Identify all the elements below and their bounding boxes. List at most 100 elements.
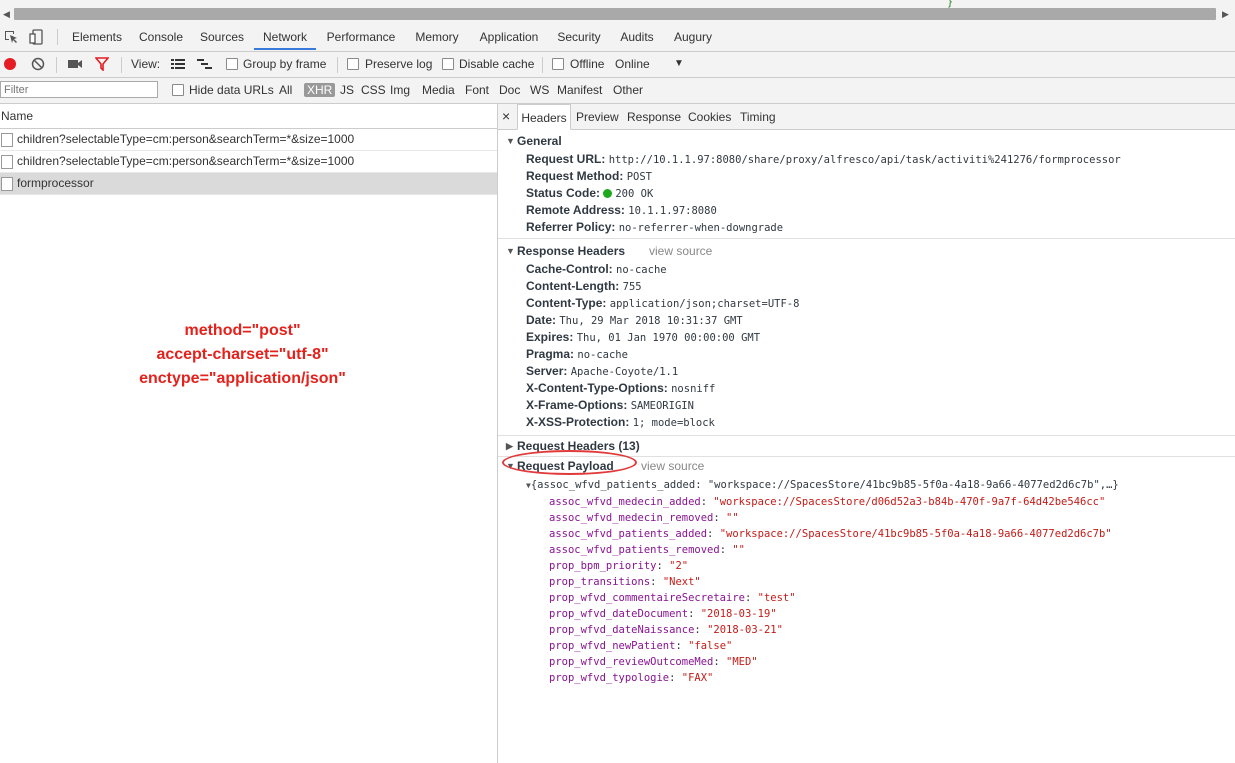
type-filter-font[interactable]: Font (465, 83, 489, 97)
top-scroll-strip: ◀ ▶ } (0, 0, 1235, 25)
request-row-selected[interactable]: formprocessor (0, 173, 497, 195)
type-filter-xhr[interactable]: XHR (304, 83, 336, 97)
disable-cache-checkbox[interactable] (442, 58, 454, 70)
type-filter-media[interactable]: Media (422, 83, 455, 97)
type-filter-img[interactable]: Img (390, 83, 410, 97)
view-source-link[interactable]: view source (649, 243, 712, 260)
header-key: X-Frame-Options: (526, 398, 628, 412)
clear-icon[interactable] (31, 57, 45, 71)
filter-input[interactable] (0, 81, 158, 98)
type-filter-css[interactable]: CSS (361, 83, 386, 97)
payload-summary-text: {assoc_wfvd_patients_added: "workspace:/… (530, 479, 1119, 491)
preserve-log-checkbox[interactable] (347, 58, 359, 70)
close-icon[interactable]: × (502, 104, 510, 129)
payload-value: "test" (757, 592, 796, 604)
hide-data-urls-checkbox[interactable] (172, 84, 184, 96)
annotation-line: method="post" (184, 322, 301, 339)
request-row[interactable]: children?selectableType=cm:person&search… (0, 151, 497, 173)
tab-cookies[interactable]: Cookies (688, 104, 731, 129)
payload-value: "Next" (662, 576, 701, 588)
payload-row: assoc_wfvd_patients_removed: "" (549, 544, 745, 556)
payload-row: prop_wfvd_dateDocument: "2018-03-19" (549, 608, 777, 620)
chevron-down-icon[interactable]: ▼ (674, 57, 684, 71)
request-list-pane: Name children?selectableType=cm:person&s… (0, 104, 498, 763)
throttle-select[interactable]: Online (615, 57, 650, 71)
tab-memory[interactable]: Memory (406, 24, 468, 50)
header-value: 755 (622, 281, 642, 293)
type-filter-other[interactable]: Other (613, 83, 643, 97)
tab-console[interactable]: Console (132, 24, 190, 50)
response-headers-header[interactable]: ▼ Response Headers view source (498, 243, 1235, 260)
expanded-triangle-icon: ▼ (506, 246, 515, 256)
type-filter-manifest[interactable]: Manifest (557, 83, 602, 97)
large-rows-icon[interactable] (171, 58, 185, 70)
scroll-right-icon[interactable]: ▶ (1222, 8, 1229, 20)
payload-key: prop_wfvd_commentaireSecretaire (549, 592, 745, 604)
annotation-line: enctype="application/json" (139, 370, 346, 387)
tab-augury[interactable]: Augury (666, 24, 720, 50)
header-value: Thu, 29 Mar 2018 10:31:37 GMT (559, 315, 743, 327)
view-source-link[interactable]: view source (641, 458, 704, 475)
scroll-left-icon[interactable]: ◀ (3, 8, 10, 20)
tab-preview[interactable]: Preview (576, 104, 619, 129)
payload-row: assoc_wfvd_medecin_added: "workspace://S… (549, 496, 1106, 508)
tab-sources[interactable]: Sources (194, 24, 250, 50)
header-row: Status Code: 200 OK (526, 185, 653, 202)
header-value: application/json;charset=UTF-8 (609, 298, 800, 310)
offline-checkbox[interactable] (552, 58, 564, 70)
header-row: Pragma: no-cache (526, 346, 628, 363)
tab-timing[interactable]: Timing (740, 104, 776, 129)
horizontal-scrollbar[interactable] (14, 8, 1216, 20)
payload-value: "2018-03-19" (700, 608, 777, 620)
payload-summary[interactable]: ▼{assoc_wfvd_patients_added: "workspace:… (526, 477, 1119, 494)
filter-icon[interactable] (95, 57, 109, 71)
header-row: Server: Apache-Coyote/1.1 (526, 363, 678, 380)
payload-row: prop_bpm_priority: "2" (549, 560, 689, 572)
divider (498, 435, 1235, 436)
collapsed-triangle-icon: ▶ (506, 441, 513, 451)
request-name: children?selectableType=cm:person&search… (17, 154, 355, 168)
payload-key: prop_wfvd_typologie (549, 672, 670, 684)
general-section-header[interactable]: ▼ General (498, 133, 1235, 150)
payload-value: "false" (688, 640, 733, 652)
waterfall-icon[interactable] (197, 58, 213, 70)
header-key: Cache-Control: (526, 262, 613, 276)
group-by-frame-checkbox[interactable] (226, 58, 238, 70)
header-value: http://10.1.1.97:8080/share/proxy/alfres… (608, 154, 1121, 166)
divider (498, 238, 1235, 239)
tab-network[interactable]: Network (254, 24, 316, 50)
inspect-element-icon[interactable] (3, 29, 19, 45)
network-toolbar: View: Group by frame Preserve log Disabl… (0, 52, 1235, 78)
name-column-header[interactable]: Name (0, 104, 497, 129)
tab-performance[interactable]: Performance (320, 24, 402, 50)
request-detail-pane: × Headers Preview Response Cookies Timin… (498, 104, 1235, 763)
payload-row: assoc_wfvd_patients_added: "workspace://… (549, 528, 1112, 540)
group-by-frame-label: Group by frame (243, 57, 327, 71)
tab-security[interactable]: Security (550, 24, 608, 50)
header-value: 1; mode=block (632, 417, 715, 429)
type-filter-doc[interactable]: Doc (499, 83, 520, 97)
type-filter-js[interactable]: JS (340, 83, 354, 97)
header-value: no-cache (616, 264, 667, 276)
header-key: Server: (526, 364, 568, 378)
type-filter-all[interactable]: All (279, 83, 292, 97)
tab-elements[interactable]: Elements (66, 24, 128, 50)
tab-application[interactable]: Application (472, 24, 546, 50)
tab-audits[interactable]: Audits (612, 24, 662, 50)
header-key: Expires: (526, 330, 574, 344)
tab-headers[interactable]: Headers (517, 104, 571, 130)
request-row[interactable]: children?selectableType=cm:person&search… (0, 129, 497, 151)
header-key: Content-Type: (526, 296, 607, 310)
divider (542, 57, 543, 73)
capture-screenshots-icon[interactable] (67, 58, 83, 70)
highlight-ellipse (502, 450, 637, 475)
header-value: Apache-Coyote/1.1 (570, 366, 679, 378)
device-toolbar-icon[interactable] (29, 29, 45, 45)
type-filter-ws[interactable]: WS (530, 83, 549, 97)
payload-value: "MED" (726, 656, 758, 668)
header-row: Request Method: POST (526, 168, 652, 185)
tab-response[interactable]: Response (627, 104, 681, 129)
header-key: X-XSS-Protection: (526, 415, 630, 429)
divider (57, 29, 58, 45)
record-icon[interactable] (3, 57, 17, 71)
